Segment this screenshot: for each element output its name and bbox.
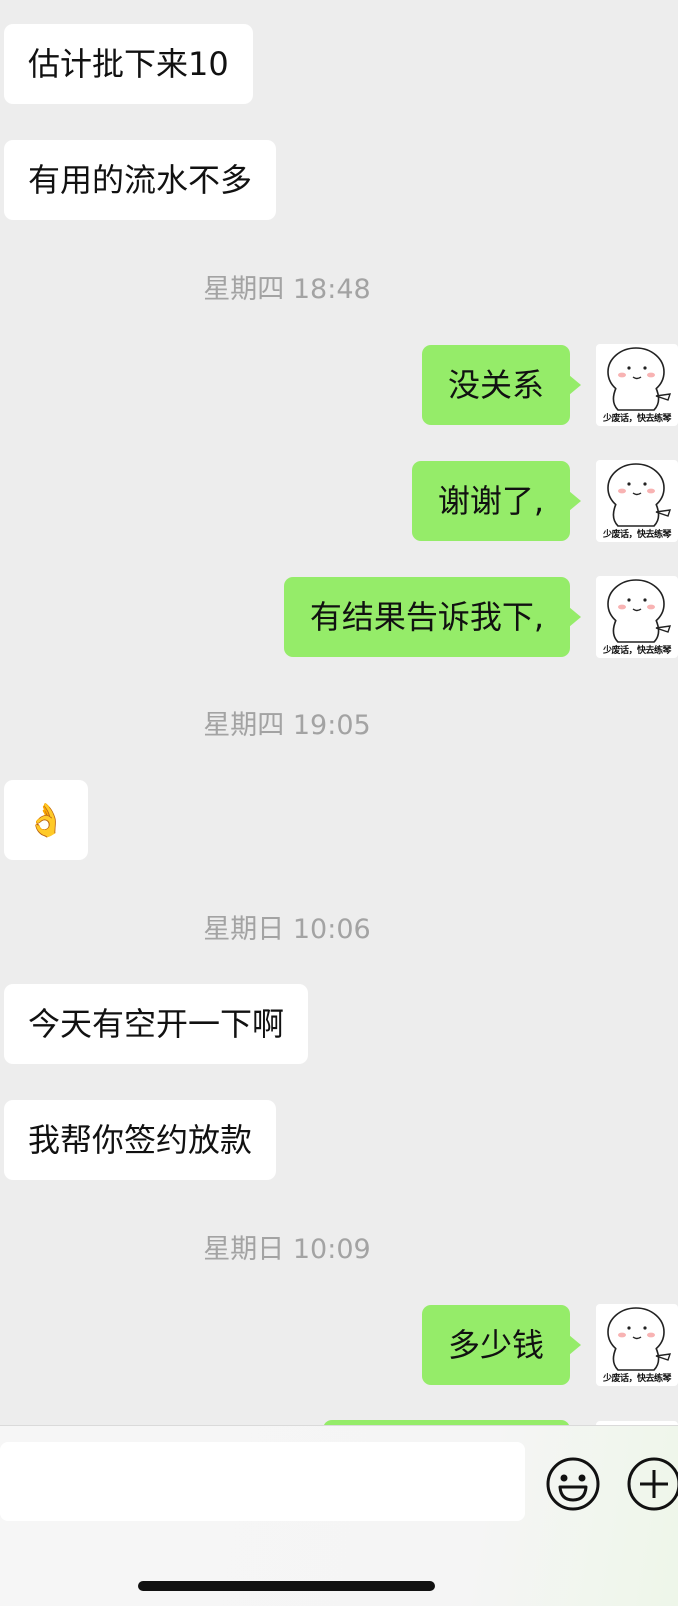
avatar[interactable]: 少废话，快去练琴 [596,344,678,426]
timestamp: 星期四 19:05 [203,710,371,741]
avatar[interactable]: 少废话，快去练琴 [596,1304,678,1386]
message-bubble-incoming[interactable]: 我帮你签约放款 [4,1100,277,1180]
timestamp: 星期日 10:09 [203,1234,371,1265]
avatar-caption: 少废话，快去练琴 [602,646,672,656]
message-bubble-outgoing[interactable]: 多少钱 [421,1305,582,1385]
message-bubble-outgoing[interactable]: 没关系 [421,345,582,425]
message-bubble-incoming[interactable]: 估计批下来10 [4,24,253,104]
message-bubble-incoming[interactable]: 有用的流水不多 [4,140,277,220]
meme-sticker-avatar-icon [607,463,672,527]
message-bubble-incoming[interactable]: 👌 [4,780,88,860]
chat-message-list[interactable]: 估计批下来10 有用的流水不多 星期四 18:48 没关系 少废话，快去练琴 谢… [0,0,678,1425]
home-indicator [138,1581,435,1591]
input-bar [0,1425,678,1606]
timestamp: 星期四 18:48 [203,274,371,305]
meme-sticker-avatar-icon [607,579,672,643]
avatar-caption: 少废话，快去练琴 [602,530,672,540]
avatar[interactable]: 少废话，快去练琴 [596,576,678,658]
smiley-face-icon[interactable] [545,1456,601,1512]
message-bubble-incoming[interactable]: 今天有空开一下啊 [4,984,309,1064]
avatar-caption: 少废话，快去练琴 [602,1374,672,1384]
message-bubble-outgoing[interactable]: 有结果告诉我下, [283,577,582,657]
avatar[interactable]: 少废话，快去练琴 [596,460,678,542]
timestamp: 星期日 10:06 [203,914,371,945]
avatar-caption: 少废话，快去练琴 [602,414,672,424]
message-input[interactable] [0,1442,525,1521]
meme-sticker-avatar-icon [607,1307,672,1371]
message-bubble-outgoing[interactable]: 谢谢了, [411,461,582,541]
plus-circle-icon[interactable] [626,1456,678,1512]
meme-sticker-avatar-icon [607,347,672,411]
